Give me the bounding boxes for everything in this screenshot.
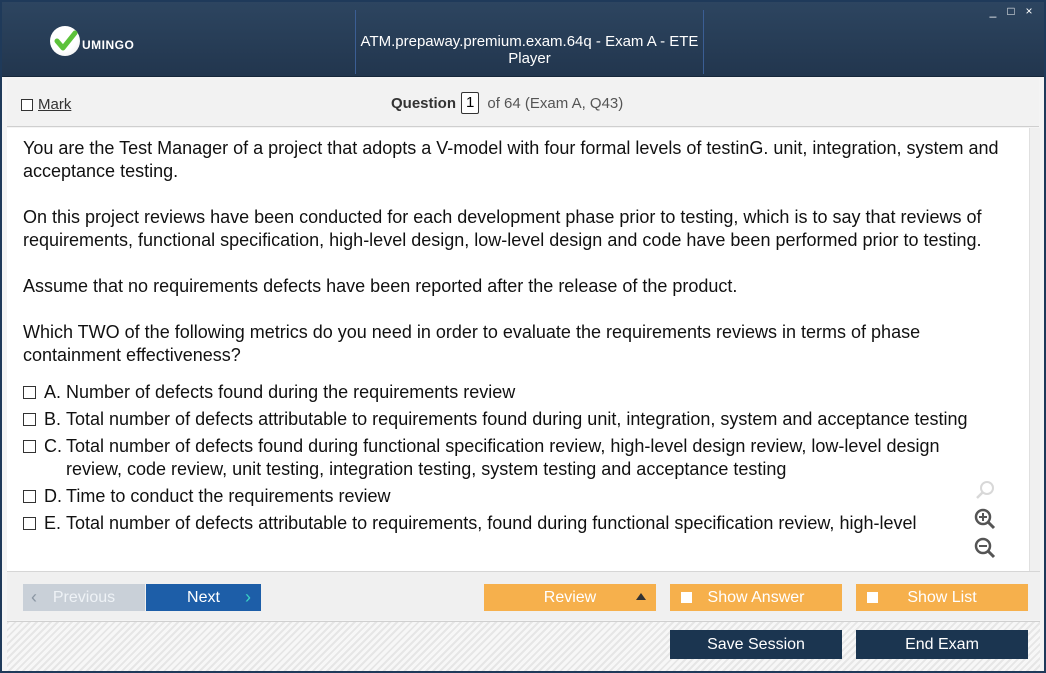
chevron-right-icon: ›	[245, 587, 251, 607]
checkbox-icon[interactable]	[23, 386, 36, 399]
window-controls: _ □ ×	[986, 5, 1036, 17]
search-icon[interactable]	[973, 478, 997, 502]
minimize-icon[interactable]: _	[986, 5, 1000, 17]
end-exam-label: End Exam	[905, 635, 979, 653]
end-exam-button[interactable]: End Exam	[856, 630, 1028, 659]
logo-check-icon	[50, 26, 80, 56]
close-icon[interactable]: ×	[1022, 5, 1036, 17]
question-label: Question	[391, 94, 457, 112]
zoom-in-icon[interactable]	[973, 507, 997, 531]
next-button[interactable]: Next ›	[146, 584, 261, 611]
option-text: Number of defects found during the requi…	[66, 382, 516, 402]
option-letter: B.	[44, 409, 62, 429]
app-logo: UMINGO	[50, 26, 134, 56]
question-header: Mark Question 1 of 64 (Exam A, Q43)	[7, 78, 1039, 127]
zoom-tools	[973, 478, 1003, 565]
checkbox-icon[interactable]	[23, 490, 36, 503]
option-letter: C.	[44, 436, 62, 456]
checkbox-icon[interactable]	[21, 98, 33, 111]
question-paragraph: Assume that no requirements defects have…	[23, 276, 738, 296]
option-letter: A.	[44, 382, 62, 402]
title-bar: UMINGO ATM.prepaway.premium.exam.64q - E…	[2, 2, 1044, 77]
option-text: Total number of defects attributable to …	[66, 513, 917, 533]
answer-option[interactable]: B. Total number of defects attributable …	[23, 408, 1019, 431]
show-list-button[interactable]: Show List	[856, 584, 1028, 611]
question-navigator: Question 1 of 64 (Exam A, Q43)	[391, 92, 623, 114]
review-button[interactable]: Review	[484, 584, 656, 611]
checkbox-icon[interactable]	[23, 517, 36, 530]
option-text: Time to conduct the requirements review	[66, 486, 391, 506]
answer-option[interactable]: A. Number of defects found during the re…	[23, 381, 1019, 404]
question-number-input[interactable]: 1	[461, 92, 480, 114]
review-label: Review	[543, 588, 597, 606]
answer-options: A. Number of defects found during the re…	[23, 381, 1019, 535]
previous-label: Previous	[52, 588, 116, 606]
answer-option[interactable]: C. Total number of defects found during …	[23, 435, 1019, 481]
chevron-left-icon: ‹	[31, 587, 37, 607]
caret-up-icon	[636, 593, 646, 600]
show-answer-button[interactable]: Show Answer	[670, 584, 842, 611]
maximize-icon[interactable]: □	[1004, 5, 1018, 17]
navigation-bar: ‹ Previous Next › Review Show Answer Sho…	[7, 571, 1040, 620]
mark-checkbox[interactable]: Mark	[21, 96, 71, 113]
show-list-label: Show List	[907, 588, 977, 606]
question-of-text: of 64 (Exam A, Q43)	[487, 94, 624, 112]
question-paragraph: Which TWO of the following metrics do yo…	[23, 322, 921, 365]
save-session-button[interactable]: Save Session	[670, 630, 842, 659]
checkbox-icon[interactable]	[867, 592, 878, 603]
option-letter: D.	[44, 486, 62, 506]
zoom-out-icon[interactable]	[973, 536, 997, 560]
answer-option[interactable]: D. Time to conduct the requirements revi…	[23, 485, 1019, 508]
option-letter: E.	[44, 513, 62, 533]
question-paragraph: You are the Test Manager of a project th…	[23, 138, 999, 181]
question-text: You are the Test Manager of a project th…	[23, 137, 1019, 539]
save-session-label: Save Session	[707, 635, 805, 653]
footer-bar: Save Session End Exam	[7, 621, 1040, 671]
previous-button[interactable]: ‹ Previous	[23, 584, 145, 611]
next-label: Next	[187, 588, 220, 606]
question-paragraph: On this project reviews have been conduc…	[23, 207, 982, 250]
question-content: You are the Test Manager of a project th…	[7, 128, 1029, 571]
window-title: ATM.prepaway.premium.exam.64q - Exam A -…	[360, 33, 699, 67]
answer-option[interactable]: E. Total number of defects attributable …	[23, 512, 1019, 535]
checkbox-icon[interactable]	[23, 440, 36, 453]
checkbox-icon[interactable]	[681, 592, 692, 603]
title-separator	[703, 10, 704, 74]
mark-label[interactable]: Mark	[38, 96, 71, 113]
app-window: UMINGO ATM.prepaway.premium.exam.64q - E…	[0, 0, 1046, 673]
logo-text: UMINGO	[82, 38, 135, 52]
checkbox-icon[interactable]	[23, 413, 36, 426]
option-text: Total number of defects found during fun…	[66, 436, 940, 479]
option-text: Total number of defects attributable to …	[66, 409, 968, 429]
show-answer-label: Show Answer	[707, 588, 805, 606]
content-scrollbar[interactable]	[1029, 128, 1040, 571]
